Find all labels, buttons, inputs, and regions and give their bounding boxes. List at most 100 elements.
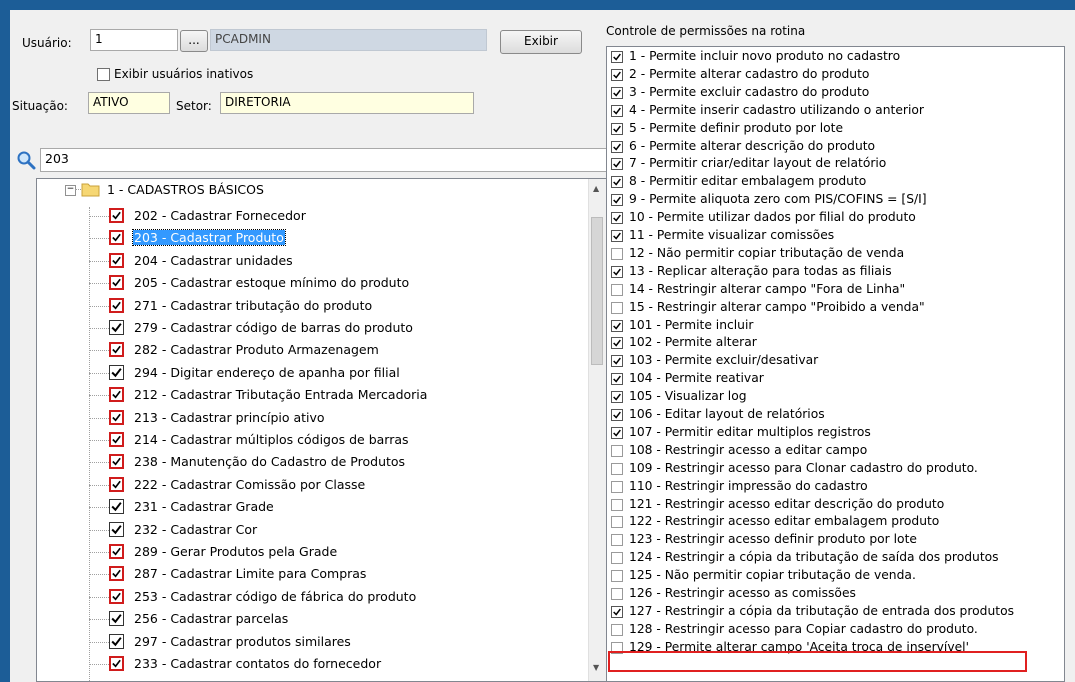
- permission-item[interactable]: 10 - Permite utilizar dados por filial d…: [607, 209, 1062, 227]
- permission-checkbox[interactable]: [611, 230, 623, 242]
- permission-item[interactable]: 15 - Restringir alterar campo "Proibido …: [607, 299, 1062, 317]
- tree-item[interactable]: 202 - Cadastrar Fornecedor: [37, 205, 577, 227]
- permission-checkbox[interactable]: [611, 588, 623, 600]
- permission-checkbox[interactable]: [611, 498, 623, 511]
- tree-item-label[interactable]: 256 - Cadastrar parcelas: [133, 611, 289, 626]
- permission-checkbox[interactable]: [611, 68, 623, 81]
- tree-item-label[interactable]: 203 - Cadastrar Produto: [132, 229, 286, 247]
- permission-item[interactable]: 5 - Permite definir produto por lote: [607, 120, 1062, 138]
- exibir-button[interactable]: Exibir: [500, 30, 582, 54]
- permission-checkbox[interactable]: [611, 301, 623, 314]
- tree-item[interactable]: 232 - Cadastrar Cor: [37, 519, 577, 541]
- tree-item[interactable]: 238 - Manutenção do Cadastro de Produtos: [37, 451, 577, 473]
- tree-item[interactable]: 205 - Cadastrar estoque mínimo do produt…: [37, 272, 577, 294]
- permission-checkbox[interactable]: [611, 337, 623, 350]
- tree-item-label[interactable]: 212 - Cadastrar Tributação Entrada Merca…: [133, 387, 428, 402]
- permission-checkbox[interactable]: [611, 104, 623, 117]
- permission-item[interactable]: 122 - Restringir acesso editar embalagem…: [607, 513, 1062, 531]
- tree-item-checkbox[interactable]: [109, 364, 124, 380]
- permission-checkbox[interactable]: [611, 140, 623, 153]
- permission-checkbox[interactable]: [611, 516, 623, 529]
- permission-item[interactable]: 9 - Permite aliquota zero com PIS/COFINS…: [607, 191, 1062, 209]
- tree-item-label[interactable]: 238 - Manutenção do Cadastro de Produtos: [133, 454, 406, 469]
- permission-checkbox[interactable]: [611, 355, 623, 368]
- tree-item-checkbox[interactable]: [109, 656, 124, 671]
- tree-item-checkbox[interactable]: [109, 454, 124, 470]
- permission-item[interactable]: 101 - Permite incluir: [607, 317, 1062, 335]
- tree-item[interactable]: 282 - Cadastrar Produto Armazenagem: [37, 339, 577, 361]
- permission-item[interactable]: 123 - Restringir acesso definir produto …: [607, 531, 1062, 549]
- permission-item[interactable]: 103 - Permite excluir/desativar: [607, 352, 1062, 370]
- permission-item[interactable]: 7 - Permitir criar/editar layout de rela…: [607, 155, 1062, 173]
- tree-item[interactable]: 294 - Digitar endereço de apanha por fil…: [37, 362, 577, 384]
- permission-checkbox[interactable]: [611, 462, 623, 475]
- permission-checkbox[interactable]: [611, 570, 623, 583]
- tree-item-checkbox[interactable]: [109, 230, 124, 246]
- tree-item-checkbox[interactable]: [109, 521, 124, 537]
- tree-item-checkbox[interactable]: [109, 409, 124, 425]
- tree-item-checkbox[interactable]: [109, 208, 124, 223]
- user-lookup-button[interactable]: ...: [180, 30, 208, 52]
- tree-item-label[interactable]: 214 - Cadastrar múltiplos códigos de bar…: [133, 432, 410, 447]
- tree-item[interactable]: 287 - Cadastrar Limite para Compras: [37, 563, 577, 585]
- permission-item[interactable]: 4 - Permite inserir cadastro utilizando …: [607, 102, 1062, 120]
- permission-item[interactable]: 106 - Editar layout de relatórios: [607, 406, 1062, 424]
- tree-item-checkbox[interactable]: [109, 588, 124, 604]
- permission-checkbox[interactable]: [611, 212, 623, 225]
- permission-checkbox[interactable]: [611, 176, 623, 189]
- permissions-list[interactable]: 1 - Permite incluir novo produto no cada…: [606, 46, 1065, 682]
- permission-item[interactable]: 11 - Permite visualizar comissões: [607, 227, 1062, 245]
- tree-item-label[interactable]: 271 - Cadastrar tributação do produto: [133, 298, 373, 313]
- tree-item[interactable]: 253 - Cadastrar código de fábrica do pro…: [37, 586, 577, 608]
- permission-item[interactable]: 110 - Restringir impressão do cadastro: [607, 478, 1062, 496]
- permission-item[interactable]: 12 - Não permitir copiar tributação de v…: [607, 245, 1062, 263]
- tree-item-checkbox[interactable]: [109, 387, 124, 403]
- tree-item-checkbox[interactable]: [109, 252, 124, 268]
- permission-item[interactable]: 6 - Permite alterar descrição do produto: [607, 138, 1062, 156]
- tree-item-label[interactable]: 297 - Cadastrar produtos similares: [133, 634, 352, 649]
- tree-item-label[interactable]: 205 - Cadastrar estoque mínimo do produt…: [133, 275, 410, 290]
- permission-checkbox[interactable]: [611, 623, 623, 636]
- tree-item-checkbox[interactable]: [109, 342, 124, 358]
- permission-item[interactable]: 8 - Permitir editar embalagem produto: [607, 173, 1062, 191]
- tree-item[interactable]: 256 - Cadastrar parcelas: [37, 608, 577, 630]
- permission-item[interactable]: 109 - Restringir acesso para Clonar cada…: [607, 460, 1062, 478]
- tree-item[interactable]: 297 - Cadastrar produtos similares: [37, 631, 577, 653]
- permission-item[interactable]: 105 - Visualizar log: [607, 388, 1062, 406]
- permission-item[interactable]: 102 - Permite alterar: [607, 334, 1062, 352]
- tree-item[interactable]: 289 - Gerar Produtos pela Grade: [37, 541, 577, 563]
- usuario-code-input[interactable]: 1: [90, 29, 178, 51]
- permission-item[interactable]: 124 - Restringir a cópia da tributação d…: [607, 549, 1062, 567]
- tree-item-checkbox[interactable]: [109, 432, 124, 447]
- collapse-icon[interactable]: −: [65, 185, 76, 196]
- permission-checkbox[interactable]: [611, 319, 623, 332]
- permission-item[interactable]: 108 - Restringir acesso a editar campo: [607, 442, 1062, 460]
- tree-item-checkbox[interactable]: [109, 297, 124, 313]
- scroll-thumb[interactable]: [591, 217, 603, 365]
- permission-checkbox[interactable]: [611, 158, 623, 171]
- permission-checkbox[interactable]: [611, 373, 623, 386]
- tree-item[interactable]: 213 - Cadastrar princípio ativo: [37, 407, 577, 429]
- tree-item-label[interactable]: 279 - Cadastrar código de barras do prod…: [133, 320, 414, 335]
- tree-item-checkbox[interactable]: [109, 633, 124, 649]
- permission-item[interactable]: 3 - Permite excluir cadastro do produto: [607, 84, 1062, 102]
- tree-item-label[interactable]: 222 - Cadastrar Comissão por Classe: [133, 477, 366, 492]
- routines-tree[interactable]: − 1 - CADASTROS BÁSICOS 202 - Cadastrar …: [36, 178, 607, 682]
- tree-item-label[interactable]: 253 - Cadastrar código de fábrica do pro…: [133, 589, 417, 604]
- tree-item-label[interactable]: 287 - Cadastrar Limite para Compras: [133, 566, 367, 581]
- permission-item[interactable]: 13 - Replicar alteração para todas as fi…: [607, 263, 1062, 281]
- permission-item[interactable]: 1 - Permite incluir novo produto no cada…: [607, 48, 1062, 66]
- tree-item[interactable]: 203 - Cadastrar Produto: [37, 227, 577, 249]
- tree-root-label[interactable]: 1 - CADASTROS BÁSICOS: [107, 182, 264, 197]
- situacao-field[interactable]: ATIVO: [88, 92, 170, 114]
- tree-item[interactable]: 233 - Cadastrar contatos do fornecedor: [37, 653, 577, 675]
- tree-item-checkbox[interactable]: [109, 476, 124, 492]
- tree-item-checkbox[interactable]: [109, 499, 124, 515]
- tree-item-checkbox[interactable]: [109, 611, 124, 627]
- scroll-down-icon[interactable]: ▼: [593, 663, 599, 672]
- permission-checkbox[interactable]: [611, 122, 623, 135]
- permission-checkbox[interactable]: [611, 283, 623, 296]
- permission-item[interactable]: 2 - Permite alterar cadastro do produto: [607, 66, 1062, 84]
- tree-item-label[interactable]: 204 - Cadastrar unidades: [133, 253, 294, 268]
- permission-item[interactable]: 121 - Restringir acesso editar descrição…: [607, 496, 1062, 514]
